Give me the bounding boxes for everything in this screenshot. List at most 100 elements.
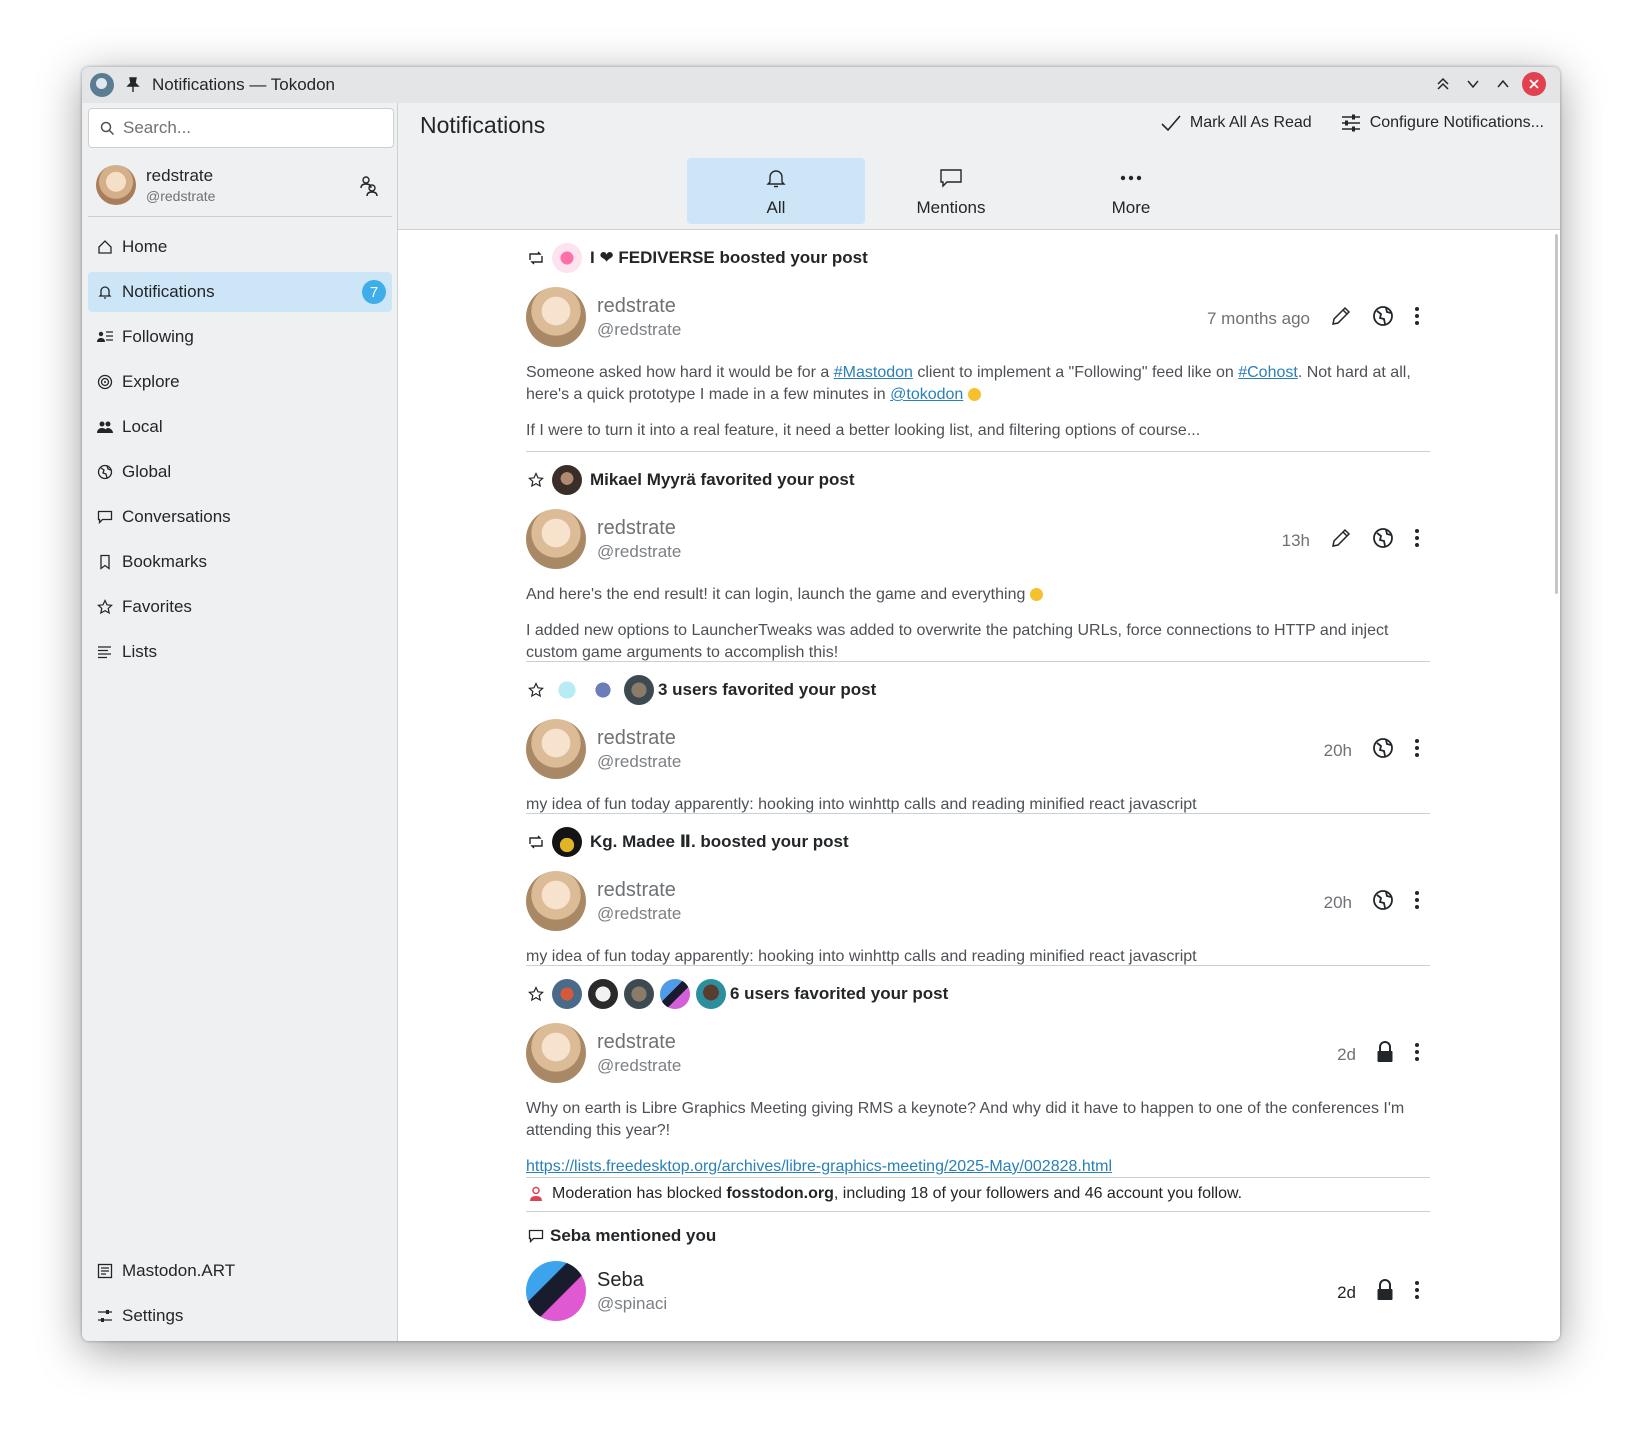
home-icon [97,239,113,255]
post-time[interactable]: 20h [1324,893,1352,913]
search-input[interactable] [123,118,373,138]
post-link[interactable]: https://lists.freedesktop.org/archives/l… [526,1158,1112,1175]
avatar[interactable] [526,1261,586,1321]
moderation-notice[interactable]: Moderation has blocked fosstodon.org, in… [526,1178,1430,1212]
sidebar-item-local[interactable]: Local [88,407,392,447]
account-switcher[interactable]: redstrate @redstrate [88,153,392,217]
author-handle: @redstrate [597,541,682,561]
post-text: client to implement a "Following" feed l… [912,364,1239,381]
keep-above-icon[interactable] [1432,73,1454,95]
author-name[interactable]: redstrate [597,1031,681,1054]
post-time[interactable]: 2d [1337,1283,1356,1303]
author-name[interactable]: redstrate [597,727,681,750]
users-icon [97,419,113,435]
globe-icon [1372,737,1394,764]
sidebar-item-server[interactable]: Mastodon.ART [88,1251,392,1291]
mention-link[interactable]: @tokodon [890,386,963,403]
author-name[interactable]: Seba [597,1269,667,1292]
tab-all[interactable]: All [687,158,865,224]
tab-label: More [1111,198,1151,217]
configure-icon [1341,114,1360,132]
avatar[interactable] [588,979,618,1009]
notification-item[interactable]: I ❤ FEDIVERSE boosted your post redstrat… [526,242,1430,452]
mark-all-read-button[interactable]: Mark All As Read [1160,114,1312,132]
author-name[interactable]: redstrate [597,295,681,318]
avatar[interactable] [624,675,654,705]
sidebar-item-notifications[interactable]: Notifications 7 [88,272,392,312]
more-vertical-icon[interactable] [1414,890,1420,915]
more-vertical-icon[interactable] [1414,1042,1420,1067]
maximize-icon[interactable] [1492,73,1514,95]
notification-text: Mikael Myyrä favorited your post [590,470,855,489]
tab-mentions[interactable]: Mentions [862,158,1040,224]
avatar[interactable] [526,719,586,779]
hashtag-link[interactable]: #Mastodon [834,364,913,381]
post-time[interactable]: 20h [1324,741,1352,761]
more-vertical-icon[interactable] [1414,1280,1420,1305]
notification-item[interactable]: Seba mentioned you Seba @spinaci 2d [526,1212,1430,1341]
tab-label: Mentions [916,198,986,217]
notification-action: boosted your post [719,248,868,267]
tab-more[interactable]: More [1042,158,1220,224]
edited-pencil-icon [1330,305,1352,332]
notification-actor[interactable]: I ❤ FEDIVERSE [590,248,715,267]
sidebar-item-explore[interactable]: Explore [88,362,392,402]
avatar[interactable] [552,979,582,1009]
author-name[interactable]: redstrate [597,879,681,902]
sidebar-item-home[interactable]: Home [88,227,392,267]
window-title: Notifications — Tokodon [152,75,336,94]
sidebar-item-conversations[interactable]: Conversations [88,497,392,537]
minimize-icon[interactable] [1462,73,1484,95]
post-time[interactable]: 7 months ago [1207,309,1310,329]
close-icon[interactable] [1522,72,1546,96]
sidebar-item-bookmarks[interactable]: Bookmarks [88,542,392,582]
notification-item[interactable]: 3 users favorited your post redstrate @r… [526,662,1430,814]
author-handle: @redstrate [597,751,682,771]
pin-icon[interactable] [126,77,140,93]
avatar[interactable] [552,465,582,495]
notification-feed[interactable]: I ❤ FEDIVERSE boosted your post redstrat… [398,230,1560,1341]
sidebar-item-label: Conversations [122,507,231,526]
sidebar-item-label: Following [122,327,194,346]
avatar[interactable] [552,827,582,857]
hashtag-link[interactable]: #Cohost [1238,364,1298,381]
switch-account-icon[interactable] [360,175,378,202]
notification-item[interactable]: 6 users favorited your post redstrate @r… [526,966,1430,1178]
scrollbar[interactable] [1555,234,1558,594]
main-area: Notifications Mark All As Read Configure… [398,103,1560,1341]
sidebar-item-settings[interactable]: Settings [88,1296,392,1336]
sidebar-item-global[interactable]: Global [88,452,392,492]
more-vertical-icon[interactable] [1414,306,1420,331]
sidebar-item-following[interactable]: Following [88,317,392,357]
post-time[interactable]: 13h [1282,531,1310,551]
moderation-text: Moderation has blocked [552,1185,727,1202]
sidebar-item-label: Mastodon.ART [122,1261,236,1280]
author-name[interactable]: redstrate [597,517,681,540]
notification-item[interactable]: Kg. Madee Ⅱ. boosted your post redstrate… [526,814,1430,966]
author-handle: @redstrate [597,903,682,923]
moderation-text: , including 18 of your followers and 46 … [833,1185,1243,1202]
more-vertical-icon[interactable] [1414,738,1420,763]
avatar[interactable] [660,979,690,1009]
avatar[interactable] [552,675,582,705]
blocked-domain: fosstodon.org [726,1185,834,1202]
avatar[interactable] [624,979,654,1009]
avatar[interactable] [552,243,582,273]
configure-notifications-button[interactable]: Configure Notifications... [1340,112,1544,134]
notification-item[interactable]: Mikael Myyrä favorited your post redstra… [526,452,1430,662]
chat-icon [526,1228,546,1244]
post-text: Why on earth is Libre Graphics Meeting g… [526,1100,1405,1139]
post-time[interactable]: 2d [1337,1045,1356,1065]
sidebar-item-lists[interactable]: Lists [88,632,392,672]
sidebar-item-favorites[interactable]: Favorites [88,587,392,627]
avatar[interactable] [696,979,726,1009]
avatar[interactable] [526,509,586,569]
search-field[interactable] [88,108,394,148]
avatar[interactable] [526,287,586,347]
more-vertical-icon[interactable] [1414,528,1420,553]
avatar[interactable] [588,675,618,705]
avatar[interactable] [526,1023,586,1083]
star-icon [526,986,546,1002]
avatar[interactable] [526,871,586,931]
smile-emoji-icon [967,388,981,401]
